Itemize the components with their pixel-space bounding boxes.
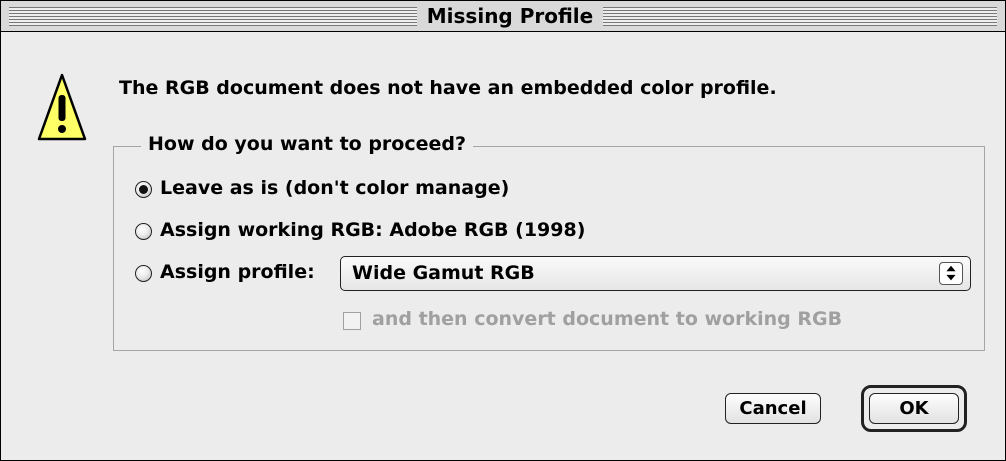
radio-selected-dot xyxy=(139,185,148,194)
assign-profile-radio[interactable] xyxy=(135,265,152,282)
convert-document-checkbox[interactable] xyxy=(343,312,361,330)
assign-working-rgb-label[interactable]: Assign working RGB: Adobe RGB (1998) xyxy=(160,219,585,241)
warning-icon xyxy=(37,73,87,141)
dialog-window: Missing Profile The RGB document does no… xyxy=(0,0,1006,461)
convert-document-label: and then convert document to working RGB xyxy=(372,308,843,330)
title-bar[interactable]: Missing Profile xyxy=(1,1,1005,32)
assign-working-rgb-radio[interactable] xyxy=(135,223,152,240)
options-group-title: How do you want to proceed? xyxy=(141,133,473,155)
title-bar-stripes-left xyxy=(9,7,417,26)
profile-popup-menu[interactable]: Wide Gamut RGB xyxy=(340,256,971,291)
profile-popup-value: Wide Gamut RGB xyxy=(352,262,535,284)
cancel-button[interactable]: Cancel xyxy=(725,393,821,424)
ok-button[interactable]: OK xyxy=(869,393,959,424)
alert-message: The RGB document does not have an embedd… xyxy=(119,77,777,99)
assign-profile-label[interactable]: Assign profile: xyxy=(160,261,315,283)
window-title: Missing Profile xyxy=(426,4,594,28)
leave-as-is-radio[interactable] xyxy=(135,181,152,198)
popup-arrows-icon xyxy=(939,262,963,285)
leave-as-is-label[interactable]: Leave as is (don't color manage) xyxy=(160,177,509,199)
title-bar-stripes-right xyxy=(603,7,997,26)
